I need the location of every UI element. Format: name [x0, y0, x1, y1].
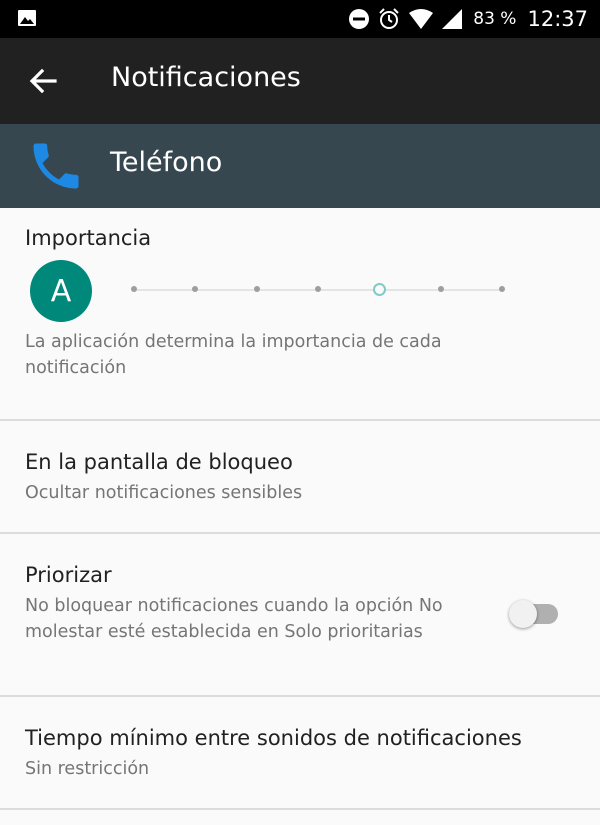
signal-icon [442, 9, 463, 29]
min-time-title: Tiempo mínimo entre sonidos de notificac… [25, 726, 522, 750]
priority-title: Priorizar [25, 563, 112, 587]
slider-step[interactable] [192, 286, 198, 292]
slider-step[interactable] [254, 286, 260, 292]
slider-thumb[interactable] [373, 283, 386, 296]
importance-title: Importancia [25, 226, 152, 250]
divider [0, 808, 600, 810]
app-name: Teléfono [110, 147, 223, 178]
battery-percent: 83 % [473, 9, 517, 29]
page-title: Notificaciones [111, 62, 301, 93]
dnd-icon [349, 9, 370, 29]
priority-description: No bloquear notificaciones cuando la opc… [25, 596, 443, 642]
priority-toggle-thumb[interactable] [509, 600, 537, 628]
min-time-value: Sin restricción [25, 759, 150, 779]
min-time-setting[interactable]: Tiempo mínimo entre sonidos de notificac… [0, 697, 600, 808]
alarm-icon [379, 8, 399, 29]
app-header: Teléfono [0, 124, 600, 208]
importance-description: La aplicación determina la importancia d… [25, 332, 442, 378]
slider-step[interactable] [131, 286, 137, 292]
lockscreen-title: En la pantalla de bloqueo [25, 450, 293, 474]
app-bar: Notificaciones [0, 38, 600, 124]
phone-icon [33, 143, 79, 189]
lockscreen-setting[interactable]: En la pantalla de bloqueo Ocultar notifi… [0, 421, 600, 532]
gallery-icon [18, 10, 36, 26]
slider-step[interactable] [315, 286, 321, 292]
slider-step[interactable] [438, 286, 444, 292]
lockscreen-value: Ocultar notificaciones sensibles [25, 483, 303, 503]
slider-step[interactable] [499, 286, 505, 292]
wifi-icon [409, 9, 434, 29]
importance-avatar: A [30, 260, 92, 322]
status-bar: 83 % 12:37 [0, 0, 600, 38]
status-icons: 83 % 12:37 [348, 0, 588, 38]
arrow-back-icon[interactable] [25, 63, 61, 99]
clock: 12:37 [527, 7, 588, 31]
